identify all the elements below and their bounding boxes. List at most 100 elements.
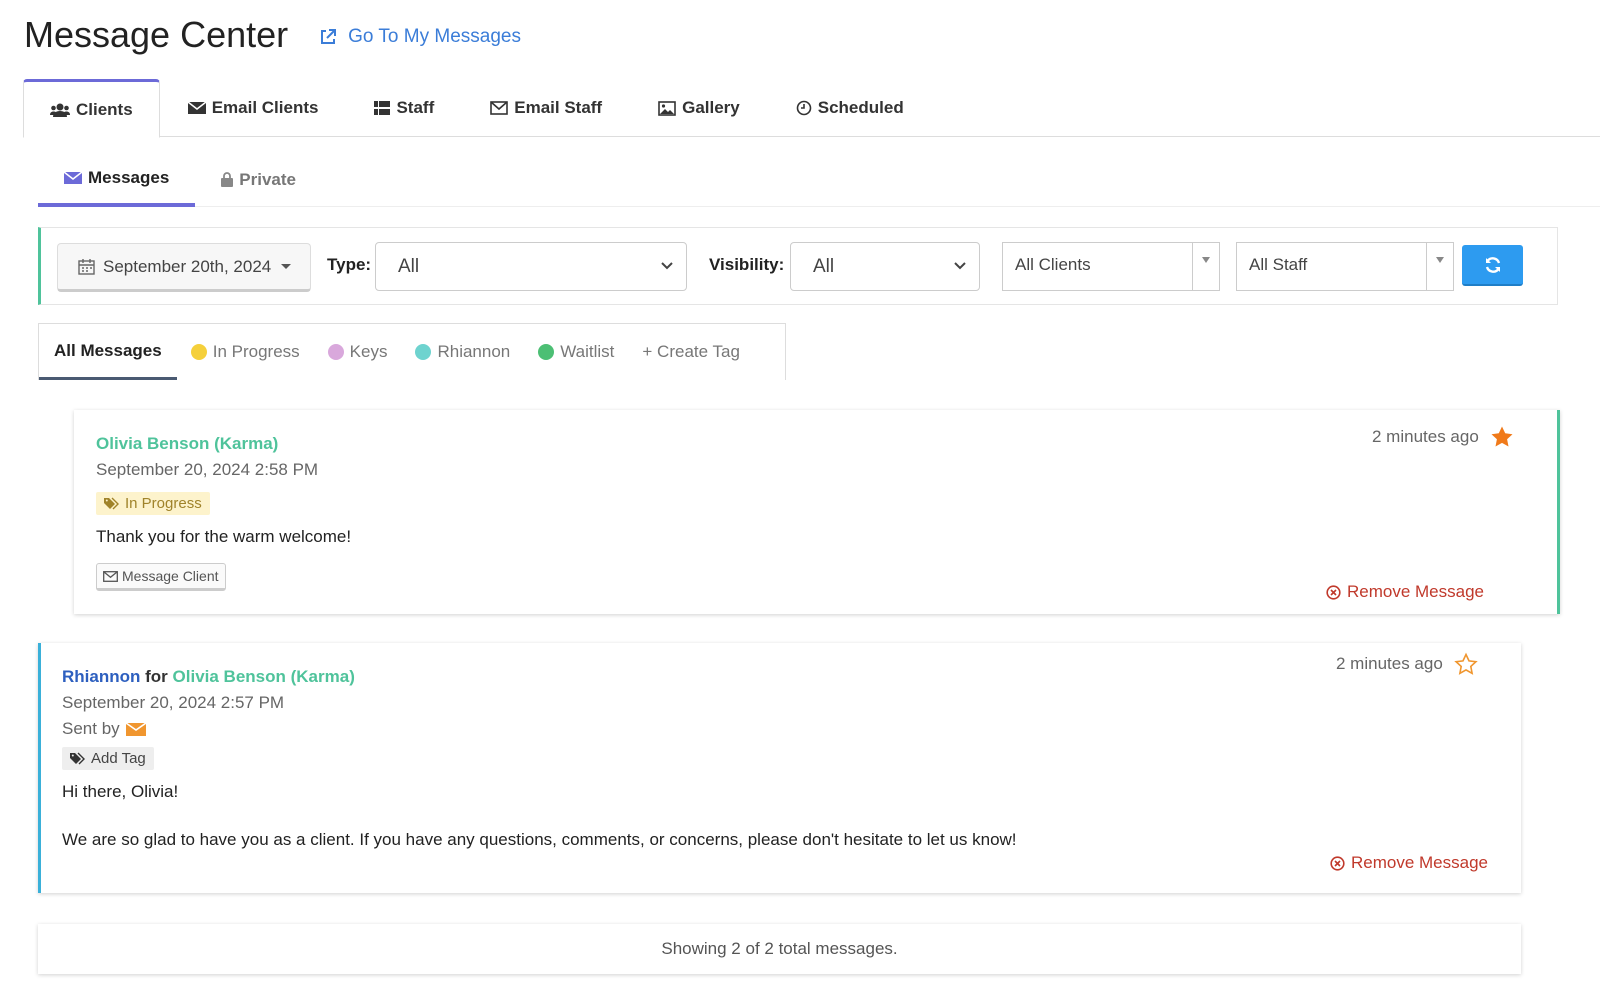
go-to-my-messages-label: Go To My Messages [348, 26, 521, 47]
message-client-label: Message Client [122, 568, 219, 584]
message-greeting: Hi there, Olivia! [62, 782, 179, 801]
tag-dot [538, 344, 555, 360]
remove-message-label: Remove Message [1351, 853, 1489, 872]
tag-tab-all-messages[interactable]: All Messages [39, 325, 177, 380]
tab-clients[interactable]: Clients [23, 79, 160, 138]
message-recipient-link[interactable]: Olivia Benson (Karma) [173, 667, 355, 686]
tab-gallery-label: Gallery [682, 98, 740, 117]
clients-select[interactable]: All Clients [1002, 242, 1220, 291]
remove-message-link[interactable]: Remove Message [1326, 582, 1484, 602]
image-icon [658, 100, 676, 116]
caret-down-icon [1202, 257, 1210, 263]
times-circle-icon [1326, 584, 1341, 600]
caret-down-icon [1436, 257, 1444, 263]
tags-icon [104, 497, 119, 510]
tag-tab-rhiannon[interactable]: Rhiannon [401, 325, 524, 380]
tab-private-label: Private [239, 169, 296, 189]
tags-icon [70, 752, 85, 765]
divider [1192, 243, 1193, 290]
message-time-ago: 2 minutes ago [1372, 427, 1479, 446]
star-filled-icon[interactable] [1490, 425, 1514, 449]
chevron-down-icon [661, 262, 673, 270]
tab-email-clients-label: Email Clients [211, 98, 319, 117]
visibility-select[interactable]: All [790, 242, 980, 291]
main-tabs: Clients Email Clients Staff Email Staff … [23, 79, 1600, 138]
message-card: Rhiannon for Olivia Benson (Karma) Septe… [38, 643, 1521, 893]
envelope-icon [187, 101, 206, 114]
chevron-down-icon [954, 262, 966, 270]
times-circle-icon [1330, 855, 1345, 871]
date-picker-value: September 20th, 2024 [103, 256, 272, 276]
calendar-icon [78, 259, 95, 275]
remove-message-label: Remove Message [1347, 582, 1485, 601]
message-date: September 20, 2024 2:58 PM [96, 460, 319, 479]
caret-down-icon [281, 264, 292, 269]
visibility-select-value: All [813, 255, 835, 277]
tag-dot [327, 344, 344, 360]
tag-label: Waitlist [560, 342, 615, 361]
message-tag-badge[interactable]: In Progress [96, 492, 210, 515]
tag-filter-tabs: All Messages In Progress Keys Rhiannon W… [38, 323, 786, 380]
message-sender-line: Rhiannon for Olivia Benson (Karma) [62, 667, 1017, 687]
envelope-outline-icon [490, 101, 509, 115]
tab-staff[interactable]: Staff [346, 79, 462, 137]
message-card: Olivia Benson (Karma) September 20, 2024… [74, 410, 1560, 614]
tag-label: Rhiannon [437, 342, 511, 361]
star-outline-icon[interactable] [1454, 652, 1478, 676]
message-sender-link[interactable]: Olivia Benson (Karma) [96, 434, 351, 454]
lock-icon [221, 172, 234, 187]
add-tag-button[interactable]: Add Tag [62, 747, 154, 770]
tab-scheduled[interactable]: Scheduled [768, 79, 932, 137]
staff-select-value: All Staff [1249, 255, 1308, 274]
message-body: Thank you for the warm welcome! [96, 527, 352, 546]
tab-email-clients[interactable]: Email Clients [160, 79, 347, 137]
message-date: September 20, 2024 2:57 PM [62, 693, 285, 712]
create-tag-button[interactable]: + Create Tag [628, 325, 754, 380]
page-title: Message Center [24, 14, 289, 55]
sent-by-label: Sent by [62, 719, 120, 738]
message-count-text: Showing 2 of 2 total messages. [661, 939, 898, 958]
add-tag-label: Add Tag [91, 750, 146, 767]
tag-dot [190, 344, 207, 360]
tab-clients-label: Clients [76, 99, 133, 119]
tab-messages[interactable]: Messages [38, 152, 196, 207]
tag-label: Keys [349, 342, 388, 361]
remove-message-link[interactable]: Remove Message [1330, 853, 1488, 873]
tab-scheduled-label: Scheduled [817, 98, 904, 117]
message-body: We are so glad to have you as a client. … [62, 830, 1017, 849]
tab-email-staff[interactable]: Email Staff [462, 79, 630, 137]
type-select-value: All [398, 255, 420, 277]
sent-by-line: Sent by [62, 719, 1017, 739]
tab-staff-label: Staff [396, 98, 435, 117]
tag-tab-waitlist[interactable]: Waitlist [524, 325, 628, 380]
refresh-icon [1485, 256, 1500, 273]
clock-icon [796, 100, 812, 116]
message-count-footer: Showing 2 of 2 total messages. [38, 924, 1521, 974]
envelope-icon [64, 170, 82, 184]
staff-sender-link[interactable]: Rhiannon [62, 667, 140, 686]
grid-icon [374, 101, 391, 115]
visibility-label: Visibility: [709, 255, 785, 274]
message-client-button[interactable]: Message Client [96, 563, 226, 591]
sub-tabs: Messages Private [38, 152, 1600, 207]
envelope-outline-icon [103, 570, 118, 582]
tab-private[interactable]: Private [195, 152, 322, 207]
tag-tab-keys[interactable]: Keys [314, 325, 402, 380]
users-icon [50, 103, 70, 117]
go-to-my-messages-link[interactable]: Go To My Messages [318, 26, 521, 48]
tag-dot [415, 344, 432, 360]
title-row: Message Center Go To My Messages [24, 14, 521, 56]
filter-bar: September 20th, 2024 Type: All Visibilit… [38, 227, 1558, 305]
type-select[interactable]: All [375, 242, 687, 291]
refresh-button[interactable] [1462, 245, 1523, 286]
email-icon [125, 721, 146, 736]
date-picker-button[interactable]: September 20th, 2024 [57, 243, 311, 292]
message-time-ago: 2 minutes ago [1336, 654, 1443, 673]
tab-messages-label: Messages [88, 167, 170, 187]
clients-select-value: All Clients [1015, 255, 1091, 274]
tag-tab-in-progress[interactable]: In Progress [177, 325, 314, 380]
for-text: for [145, 667, 168, 686]
staff-select[interactable]: All Staff [1236, 242, 1454, 291]
tab-gallery[interactable]: Gallery [630, 79, 768, 137]
message-tag-label: In Progress [125, 495, 202, 512]
